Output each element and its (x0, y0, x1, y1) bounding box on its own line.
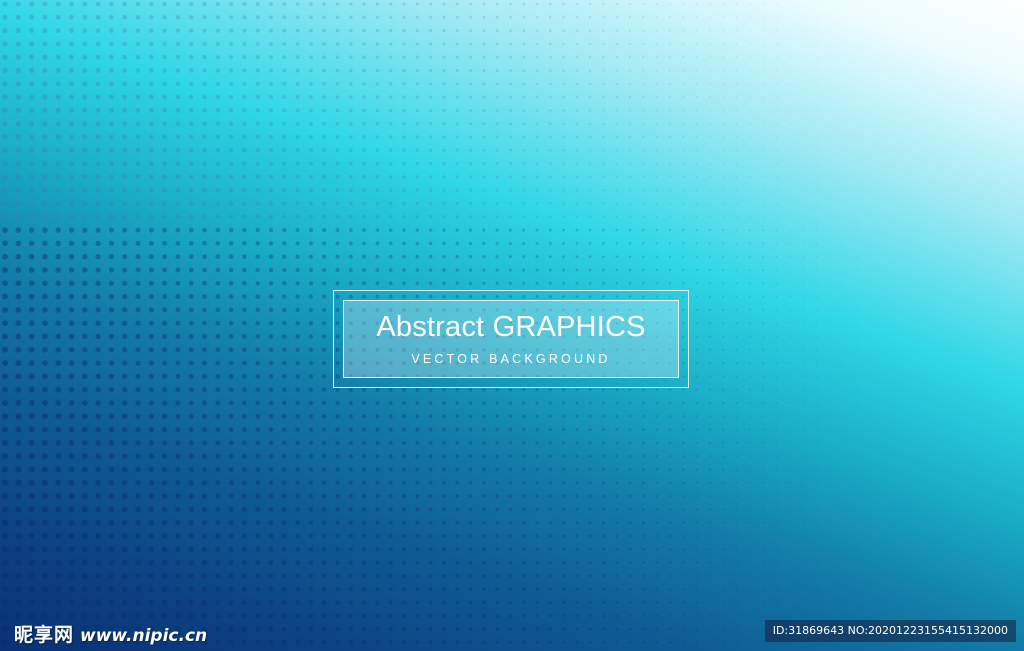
watermark-logo: 昵享网 www.nipic.cn (14, 620, 207, 647)
banner-title: Abstract GRAPHICS (376, 311, 646, 343)
watermark-logo-text: 昵享网 (14, 624, 75, 646)
banner-subtitle: VECTOR BACKGROUND (411, 352, 611, 366)
watermark-id: ID:31869643 NO:20201223155415132000 (764, 620, 1016, 642)
watermark-url: www.nipic.cn (80, 626, 208, 646)
